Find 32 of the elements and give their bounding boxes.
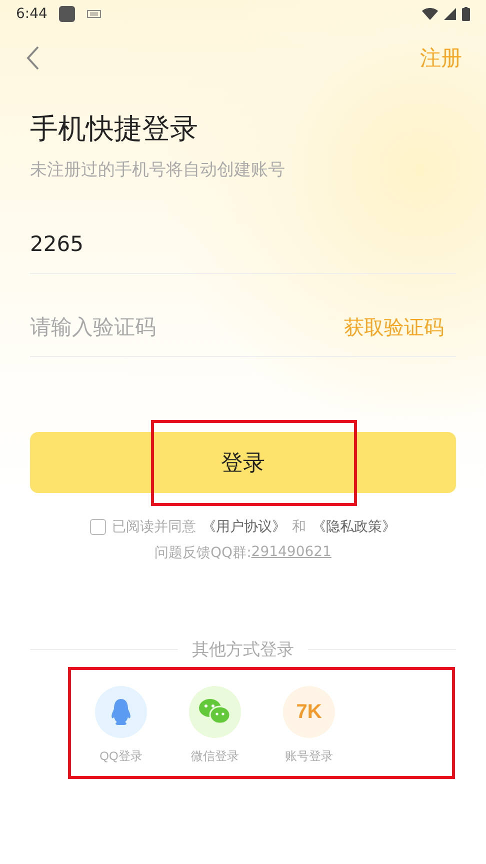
- privacy-link[interactable]: 《隐私政策》: [312, 518, 396, 536]
- agreement-text: 已阅读并同意: [112, 518, 196, 536]
- agreement-checkbox[interactable]: [90, 519, 106, 535]
- login-button[interactable]: 登录: [30, 432, 456, 493]
- phone-input-field[interactable]: 2265: [30, 232, 456, 256]
- keyboard-icon: [87, 10, 102, 18]
- agreement-text: 和: [292, 518, 306, 536]
- qq-group-link[interactable]: 291490621: [251, 544, 332, 562]
- get-code-button[interactable]: 获取验证码: [344, 314, 456, 340]
- wifi-icon: [422, 8, 438, 20]
- feedback-label: 问题反馈QQ群:: [154, 544, 252, 562]
- logo-text: 7K: [296, 700, 322, 724]
- login-option[interactable]: QQ登录: [93, 686, 149, 776]
- code-input-field[interactable]: 请输入验证码: [30, 315, 344, 339]
- page-title: 手机快捷登录: [30, 111, 199, 147]
- option-label: QQ登录: [100, 748, 142, 765]
- section-heading: 其他方式登录: [192, 639, 294, 661]
- status-time: 6:44: [16, 6, 48, 22]
- chat-bubbles-icon: [198, 698, 232, 726]
- option-label: 账号登录: [285, 748, 333, 765]
- penguin-icon: [110, 698, 132, 726]
- register-link[interactable]: 注册: [420, 44, 462, 72]
- login-option[interactable]: 微信登录: [187, 686, 243, 776]
- terms-link[interactable]: 《用户协议》: [202, 518, 286, 536]
- notification-icon: [59, 6, 76, 22]
- back-button[interactable]: [26, 45, 40, 71]
- signal-icon: [444, 8, 456, 20]
- page-subtitle: 未注册过的手机号将自动创建账号: [30, 159, 286, 181]
- battery-icon: [462, 7, 470, 21]
- chevron-left-icon: [26, 45, 40, 71]
- option-label: 微信登录: [191, 748, 239, 765]
- login-option[interactable]: 7K 账号登录: [281, 686, 337, 776]
